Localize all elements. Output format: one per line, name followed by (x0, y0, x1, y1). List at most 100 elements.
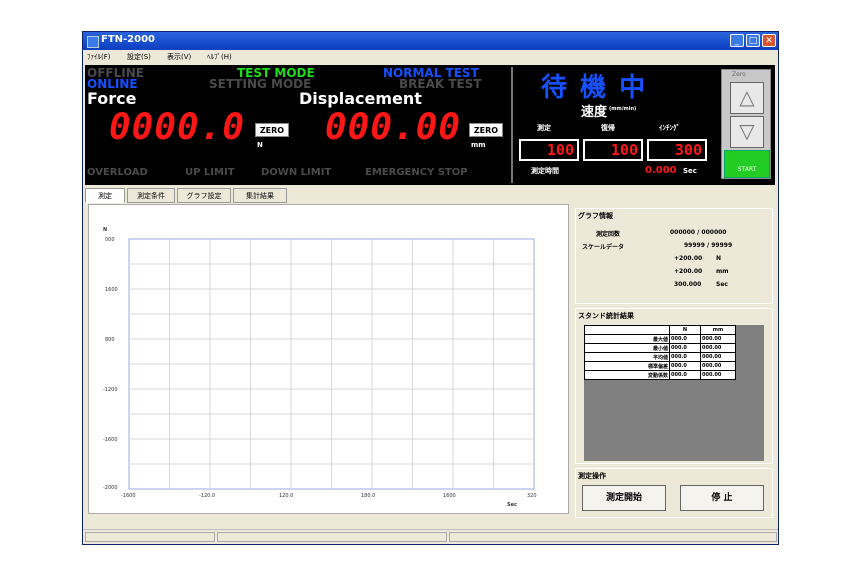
standby-status: 待 機 中 (541, 73, 648, 103)
measure-time-unit: Sec (683, 167, 697, 175)
x-tick: -120.0 (199, 493, 216, 499)
menu-settings[interactable]: 設定(S) (127, 52, 151, 62)
app-icon (87, 36, 99, 48)
application-window: FTN-2000 _ □ ✕ ﾌｧｲﾙ(F) 設定(S) 表示(V) ﾍﾙﾌﾟ(… (82, 31, 779, 545)
graph-info-group: グラフ情報 測定回数 000000 / 000000 スケールデータ 99999… (575, 208, 773, 304)
speed-measure-field[interactable]: 100 (519, 139, 579, 161)
stand-stats-group: スタンド統計結果 N mm 最大値 000.0 000.00 最小値 000.0… (575, 308, 773, 464)
y-tick: -2000 (103, 485, 118, 491)
y-tick: 1600 (105, 287, 118, 293)
speed-inching-field[interactable]: 300 (647, 139, 707, 161)
table-cell: 000.0 (669, 361, 701, 371)
close-icon[interactable]: ✕ (762, 34, 776, 47)
stand-stats-title: スタンド統計結果 (578, 312, 634, 320)
operation-group: 測定操作 測定開始 停 止 (575, 468, 773, 518)
range-force-value: +200.00 (674, 255, 703, 262)
tab-conditions[interactable]: 測定条件 (127, 188, 175, 203)
title-bar: FTN-2000 _ □ ✕ (83, 32, 778, 50)
x-tick: -1600 (121, 493, 136, 499)
y-tick: -1600 (103, 437, 118, 443)
table-row: 平均値 000.0 000.00 (584, 352, 736, 362)
table-cell: 000.00 (700, 343, 736, 353)
x-tick: 120.0 (279, 493, 294, 499)
speed-return-field[interactable]: 100 (583, 139, 643, 161)
graph-info-title: グラフ情報 (578, 212, 613, 220)
status-pane (217, 532, 447, 542)
table-header-cell: mm (700, 325, 736, 335)
panel-divider (511, 67, 513, 183)
table-header-cell: N (669, 325, 701, 335)
force-label: Force (87, 89, 137, 108)
operation-title: 測定操作 (578, 472, 606, 480)
menu-help[interactable]: ﾍﾙﾌﾟ(H) (207, 52, 232, 62)
speed-col-measure: 測定 (537, 124, 551, 132)
start-measure-button[interactable]: 測定開始 (582, 485, 666, 511)
range-time-unit: Sec (716, 281, 728, 288)
table-cell: 000.0 (669, 334, 701, 344)
force-zero-button[interactable]: ZERO (255, 123, 289, 137)
range-time-value: 300.000 (674, 281, 702, 288)
menu-view[interactable]: 表示(V) (167, 52, 191, 62)
readout-panel: OFFLINE ONLINE TEST MODE SETTING MODE NO… (85, 65, 775, 185)
down-arrow-icon[interactable]: ▽ (730, 116, 764, 148)
x-tick: 320 (527, 493, 537, 499)
stats-table: N mm 最大値 000.0 000.00 最小値 000.0 000.00 平… (584, 325, 736, 380)
menu-file[interactable]: ﾌｧｲﾙ(F) (87, 52, 111, 62)
count-label: 測定回数 (596, 231, 621, 238)
y-tick: -1200 (103, 387, 118, 393)
stop-button[interactable]: 停 止 (680, 485, 764, 511)
maximize-icon[interactable]: □ (746, 34, 760, 47)
force-unit: N (257, 141, 263, 149)
displacement-label: Displacement (299, 89, 422, 108)
table-cell: 000.0 (669, 370, 701, 380)
table-cell: 000.00 (700, 370, 736, 380)
table-header-row: N mm (584, 325, 736, 335)
minimize-icon[interactable]: _ (730, 34, 744, 47)
down-limit-indicator: DOWN LIMIT (261, 167, 332, 178)
table-cell: 000.0 (669, 352, 701, 362)
table-cell: 000.00 (700, 334, 736, 344)
table-cell: 000.00 (700, 361, 736, 371)
tab-graph-settings[interactable]: グラフ設定 (177, 188, 231, 203)
tab-measure[interactable]: 測定 (85, 188, 125, 203)
range-force-unit: N (716, 255, 722, 262)
range-disp-value: +200.00 (674, 268, 703, 275)
tab-results[interactable]: 集計結果 (233, 188, 287, 203)
table-header-cell (584, 325, 670, 335)
table-row: 標準偏差 000.0 000.00 (584, 361, 736, 371)
x-axis-unit: Sec (507, 502, 517, 508)
measure-time-value: 0.000 (645, 165, 677, 176)
y-tick: 800 (105, 337, 115, 343)
displacement-readout: 000.00 (325, 107, 462, 148)
table-cell: 000.0 (669, 343, 701, 353)
speed-col-return: 復帰 (601, 124, 615, 132)
displacement-zero-button[interactable]: ZERO (469, 123, 503, 137)
window-title: FTN-2000 (101, 34, 156, 45)
y-tick: 000 (105, 237, 115, 243)
table-cell: 最小値 (584, 343, 670, 353)
table-row: 変動係数 000.0 000.00 (584, 370, 736, 380)
up-arrow-icon[interactable]: △ (730, 82, 764, 114)
start-indicator[interactable]: START (724, 150, 770, 178)
displacement-unit: mm (471, 141, 486, 149)
x-tick: 180.0 (361, 493, 376, 499)
measure-time-label: 測定時間 (531, 167, 559, 175)
table-cell: 最大値 (584, 334, 670, 344)
status-bar (83, 529, 778, 544)
speed-unit: (mm/min) (609, 106, 637, 112)
scale-value: 99999 / 99999 (684, 242, 733, 249)
jog-top-label: Zero (732, 71, 746, 78)
force-displacement-graph: N 000 1600 800 -1200 -1600 -2000 -1600 -… (88, 204, 569, 514)
emergency-stop-indicator: EMERGENCY STOP (365, 167, 468, 178)
jog-control: Zero △ ▽ START (721, 69, 771, 179)
range-disp-unit: mm (716, 268, 729, 275)
speed-label: 速度 (581, 105, 608, 120)
table-cell: 標準偏差 (584, 361, 670, 371)
table-row: 最大値 000.0 000.00 (584, 334, 736, 344)
status-pane (449, 532, 777, 542)
table-cell: 変動係数 (584, 370, 670, 380)
table-cell: 000.00 (700, 352, 736, 362)
count-value: 000000 / 000000 (670, 229, 727, 236)
table-cell: 平均値 (584, 352, 670, 362)
setting-mode-indicator: SETTING MODE (209, 77, 312, 91)
